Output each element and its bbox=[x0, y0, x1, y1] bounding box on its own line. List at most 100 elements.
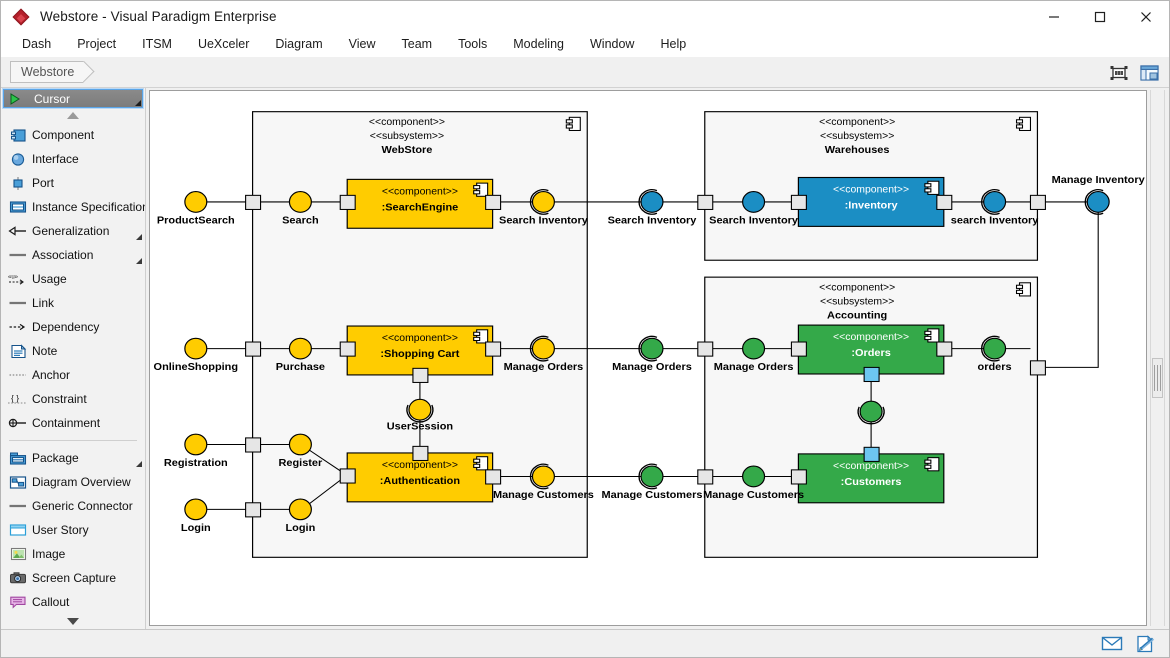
palette-scroll-up[interactable] bbox=[1, 108, 145, 123]
port-icon bbox=[7, 174, 29, 192]
port[interactable] bbox=[937, 342, 952, 356]
palette-item-association[interactable]: Association bbox=[1, 243, 145, 267]
interface-label: Manage Orders bbox=[714, 361, 794, 373]
interface-productsearch[interactable]: ProductSearch bbox=[157, 192, 235, 227]
port[interactable] bbox=[1030, 361, 1045, 375]
palette-item-image[interactable]: Image bbox=[1, 542, 145, 566]
port[interactable] bbox=[698, 342, 713, 356]
palette-item-note[interactable]: Note bbox=[1, 339, 145, 363]
menu-dash[interactable]: Dash bbox=[9, 34, 64, 54]
menu-uexceler[interactable]: UeXceler bbox=[185, 34, 262, 54]
interface-login-outer[interactable]: Login bbox=[181, 499, 211, 534]
main-body: Cursor Component bbox=[1, 88, 1169, 629]
interface-manage-customers-b[interactable]: Manage Customers bbox=[602, 464, 703, 501]
interface-onlineshopping[interactable]: OnlineShopping bbox=[154, 338, 239, 373]
palette-item-link[interactable]: Link bbox=[1, 291, 145, 315]
interface-manage-inventory[interactable]: Manage Inventory bbox=[1052, 174, 1145, 214]
port[interactable] bbox=[340, 469, 355, 483]
palette-divider bbox=[9, 440, 137, 441]
menu-modeling[interactable]: Modeling bbox=[500, 34, 577, 54]
palette-item-diagram-overview[interactable]: Diagram Overview bbox=[1, 470, 145, 494]
vp-diamond-logo-icon bbox=[12, 8, 30, 26]
palette-item-label: Generic Connector bbox=[32, 499, 133, 513]
menu-tools[interactable]: Tools bbox=[445, 34, 500, 54]
port[interactable] bbox=[246, 342, 261, 356]
component-shoppingcart[interactable]: <<component>> :Shopping Cart bbox=[347, 326, 492, 375]
menu-team[interactable]: Team bbox=[389, 34, 446, 54]
interface-label: Login bbox=[181, 522, 211, 534]
envelope-icon[interactable] bbox=[1099, 633, 1125, 655]
port[interactable] bbox=[791, 470, 806, 484]
dependency-arrow-icon bbox=[7, 318, 29, 336]
port[interactable] bbox=[340, 342, 355, 356]
palette-item-generic-connector[interactable]: Generic Connector bbox=[1, 494, 145, 518]
palette-scroll-down[interactable] bbox=[1, 614, 145, 629]
interface-label: Manage Orders bbox=[612, 361, 692, 373]
menu-view[interactable]: View bbox=[336, 34, 389, 54]
component-orders[interactable]: <<component>> :Orders bbox=[798, 325, 943, 374]
port[interactable] bbox=[791, 342, 806, 356]
palette-item-user-story[interactable]: User Story bbox=[1, 518, 145, 542]
close-icon[interactable] bbox=[1123, 1, 1169, 32]
palette-submenu-corner-icon bbox=[135, 100, 141, 106]
fit-to-screen-icon[interactable] bbox=[1107, 61, 1131, 84]
component-searchengine[interactable]: <<component>> :SearchEngine bbox=[347, 179, 492, 228]
palette-item-callout[interactable]: Callout bbox=[1, 590, 145, 614]
port[interactable] bbox=[1030, 195, 1045, 209]
svg-text:<<component>>: <<component>> bbox=[382, 460, 458, 471]
port[interactable] bbox=[698, 195, 713, 209]
minimize-icon[interactable] bbox=[1031, 1, 1077, 32]
note-pencil-icon[interactable] bbox=[1133, 633, 1159, 655]
port[interactable] bbox=[937, 195, 952, 209]
port[interactable] bbox=[486, 195, 501, 209]
diagram-canvas[interactable]: .sub-rect { fill:#F7F7F7; stroke:#000; s… bbox=[149, 90, 1147, 626]
palette-item-constraint[interactable]: { } Constraint bbox=[1, 387, 145, 411]
svg-text::Shopping Cart: :Shopping Cart bbox=[380, 348, 459, 360]
palette-item-port[interactable]: Port bbox=[1, 171, 145, 195]
palette-item-generalization[interactable]: Generalization bbox=[1, 219, 145, 243]
canvas-vertical-scrollbar[interactable] bbox=[1150, 90, 1165, 626]
port[interactable] bbox=[698, 470, 713, 484]
scroll-down-arrow-icon bbox=[67, 618, 79, 625]
scrollbar-grip[interactable] bbox=[1152, 358, 1163, 398]
palette-item-package[interactable]: Package bbox=[1, 446, 145, 470]
menu-project[interactable]: Project bbox=[64, 34, 129, 54]
port[interactable] bbox=[246, 503, 261, 517]
interface-label: Search bbox=[282, 215, 319, 227]
palette-item-cursor[interactable]: Cursor bbox=[3, 89, 143, 108]
port[interactable] bbox=[486, 470, 501, 484]
palette-item-interface[interactable]: Interface bbox=[1, 147, 145, 171]
palette-item-dependency[interactable]: Dependency bbox=[1, 315, 145, 339]
layers-window-icon[interactable] bbox=[1137, 61, 1161, 84]
interface-label: search Inventory bbox=[951, 215, 1039, 227]
palette-item-anchor[interactable]: Anchor bbox=[1, 363, 145, 387]
menu-window[interactable]: Window bbox=[577, 34, 647, 54]
port-selected[interactable] bbox=[864, 367, 879, 381]
interface-manage-orders-b[interactable]: Manage Orders bbox=[612, 336, 692, 373]
interface-registration[interactable]: Registration bbox=[164, 434, 228, 469]
palette-item-label: Diagram Overview bbox=[32, 475, 131, 489]
menu-itsm[interactable]: ITSM bbox=[129, 34, 185, 54]
interface-search-inventory-b[interactable]: Search Inventory bbox=[608, 190, 697, 227]
menu-help[interactable]: Help bbox=[647, 34, 699, 54]
interface-label: Search Inventory bbox=[499, 215, 588, 227]
maximize-icon[interactable] bbox=[1077, 1, 1123, 32]
palette-item-containment[interactable]: Containment bbox=[1, 411, 145, 435]
palette-item-usage[interactable]: «u» Usage bbox=[1, 267, 145, 291]
palette-item-component[interactable]: Component bbox=[1, 123, 145, 147]
palette-item-screen-capture[interactable]: Screen Capture bbox=[1, 566, 145, 590]
port[interactable] bbox=[413, 446, 428, 460]
port[interactable] bbox=[486, 342, 501, 356]
palette-item-label: Link bbox=[32, 296, 54, 310]
port-selected[interactable] bbox=[864, 447, 879, 461]
component-inventory[interactable]: <<component>> :Inventory bbox=[798, 177, 943, 226]
port[interactable] bbox=[413, 368, 428, 382]
palette-item-instance-specification[interactable]: Instance Specification bbox=[1, 195, 145, 219]
port[interactable] bbox=[791, 195, 806, 209]
port[interactable] bbox=[246, 195, 261, 209]
port[interactable] bbox=[340, 195, 355, 209]
menu-diagram[interactable]: Diagram bbox=[262, 34, 335, 54]
window-controls bbox=[1031, 1, 1169, 32]
port[interactable] bbox=[246, 438, 261, 452]
breadcrumb[interactable]: Webstore bbox=[10, 61, 96, 83]
